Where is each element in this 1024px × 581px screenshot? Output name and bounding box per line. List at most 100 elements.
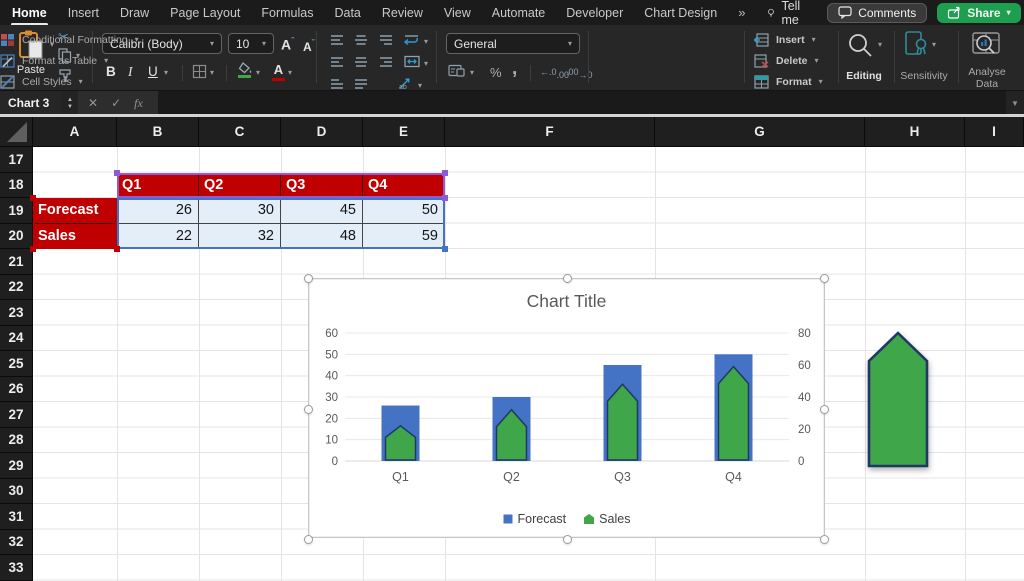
decrease-font-size-button[interactable]: Aˇ: [303, 38, 315, 54]
decrease-indent-button[interactable]: [330, 78, 344, 90]
tab-automate[interactable]: Automate: [492, 6, 546, 20]
cell-B18[interactable]: Q1: [117, 173, 199, 199]
increase-indent-button[interactable]: [354, 78, 368, 90]
chart-selection-handle[interactable]: [563, 535, 572, 544]
row-header-28[interactable]: 28: [0, 428, 33, 454]
row-header-22[interactable]: 22: [0, 275, 33, 301]
legend-item-forecast[interactable]: Forecast: [503, 512, 567, 526]
cell-C19[interactable]: 30: [199, 198, 281, 224]
column-header-I[interactable]: I: [965, 117, 1024, 147]
tell-me[interactable]: Tell me: [766, 0, 806, 27]
valign-bottom-button[interactable]: [378, 34, 392, 46]
name-box[interactable]: Chart 3: [0, 91, 62, 115]
tab-view[interactable]: View: [444, 6, 471, 20]
chart-selection-handle[interactable]: [304, 535, 313, 544]
column-header-B[interactable]: B: [117, 117, 199, 147]
cell-E20[interactable]: 59: [363, 224, 445, 250]
font-color-dropdown-chevron[interactable]: ▾: [288, 69, 292, 77]
column-header-H[interactable]: H: [865, 117, 965, 147]
analyse-data-button[interactable]: [972, 31, 1002, 59]
cancel-icon[interactable]: ✕: [88, 96, 98, 110]
formula-input[interactable]: [158, 91, 1006, 115]
font-size-select[interactable]: 10 ▾: [228, 33, 274, 54]
chart-legend[interactable]: Forecast Sales: [309, 512, 824, 526]
wrap-text-chevron[interactable]: ▾: [424, 38, 428, 46]
row-header-24[interactable]: 24: [0, 326, 33, 352]
insert-function-icon[interactable]: fx: [134, 96, 143, 111]
insert-cells-button[interactable]: Insert ▾: [754, 33, 816, 47]
row-header-26[interactable]: 26: [0, 377, 33, 403]
comma-style-button[interactable]: ,: [512, 58, 517, 80]
underline-button[interactable]: U: [148, 65, 158, 79]
accounting-format-button[interactable]: [448, 64, 465, 78]
font-color-button[interactable]: A: [272, 62, 285, 81]
cell-styles-button[interactable]: Cell Styles ▾: [0, 75, 83, 89]
row-header-17[interactable]: 17: [0, 147, 33, 173]
orientation-chevron[interactable]: ▾: [418, 82, 422, 90]
underline-dropdown-chevron[interactable]: ▾: [164, 69, 168, 77]
cell-B20[interactable]: 22: [117, 224, 199, 250]
tab-home[interactable]: Home: [12, 6, 47, 20]
sensitivity-dropdown-chevron[interactable]: ▾: [932, 41, 936, 49]
valign-top-button[interactable]: [330, 34, 344, 46]
valign-middle-button[interactable]: [354, 34, 368, 46]
range-handle[interactable]: [442, 170, 448, 176]
fill-color-button[interactable]: [238, 62, 253, 78]
chart-selection-handle[interactable]: [820, 405, 829, 414]
accounting-dropdown-chevron[interactable]: ▾: [470, 69, 474, 77]
conditional-formatting-button[interactable]: Conditional Formatting ▾: [0, 33, 139, 47]
align-left-button[interactable]: [330, 56, 344, 68]
number-format-select[interactable]: General ▾: [446, 33, 580, 54]
column-header-F[interactable]: F: [445, 117, 655, 147]
chart-selection-handle[interactable]: [820, 274, 829, 283]
cell-C18[interactable]: Q2: [199, 173, 281, 199]
delete-cells-button[interactable]: Delete ▾: [754, 54, 819, 68]
italic-button[interactable]: I: [128, 65, 133, 79]
row-header-21[interactable]: 21: [0, 249, 33, 275]
range-handle[interactable]: [30, 195, 36, 201]
row-header-18[interactable]: 18: [0, 173, 33, 199]
column-header-D[interactable]: D: [281, 117, 363, 147]
borders-dropdown-chevron[interactable]: ▾: [210, 69, 214, 77]
column-header-G[interactable]: G: [655, 117, 865, 147]
row-header-33[interactable]: 33: [0, 555, 33, 581]
merge-center-chevron[interactable]: ▾: [424, 60, 428, 68]
range-handle[interactable]: [114, 170, 120, 176]
share-button[interactable]: Share ▾: [937, 3, 1020, 23]
editing-dropdown-chevron[interactable]: ▾: [878, 41, 882, 49]
menu-overflow-chevrons[interactable]: »: [738, 5, 745, 20]
legend-item-sales[interactable]: Sales: [584, 512, 630, 526]
row-header-27[interactable]: 27: [0, 402, 33, 428]
cell-E18[interactable]: Q4: [363, 173, 445, 199]
formula-bar-expand-chevron[interactable]: ▼: [1006, 91, 1024, 115]
tab-insert[interactable]: Insert: [68, 6, 99, 20]
column-header-C[interactable]: C: [199, 117, 281, 147]
name-box-stepper[interactable]: ▲▼: [62, 91, 78, 115]
range-handle[interactable]: [114, 246, 120, 252]
select-all-corner[interactable]: [0, 117, 33, 147]
tab-page-layout[interactable]: Page Layout: [170, 6, 240, 20]
row-header-20[interactable]: 20: [0, 224, 33, 250]
merge-center-button[interactable]: [404, 55, 420, 68]
sensitivity-button[interactable]: [903, 30, 929, 60]
range-handle[interactable]: [30, 246, 36, 252]
chart-selection-handle[interactable]: [563, 274, 572, 283]
cell-C20[interactable]: 32: [199, 224, 281, 250]
cell-A19[interactable]: Forecast: [33, 198, 117, 224]
column-header-A[interactable]: A: [33, 117, 117, 147]
column-header-E[interactable]: E: [363, 117, 445, 147]
fill-color-dropdown-chevron[interactable]: ▾: [256, 69, 260, 77]
cell-D20[interactable]: 48: [281, 224, 363, 250]
cell-B19[interactable]: 26: [117, 198, 199, 224]
tab-chart-design[interactable]: Chart Design: [644, 6, 717, 20]
percent-style-button[interactable]: %: [490, 65, 502, 80]
cell-D18[interactable]: Q3: [281, 173, 363, 199]
wrap-text-button[interactable]: [404, 33, 420, 46]
comments-button[interactable]: Comments: [827, 3, 927, 23]
increase-font-size-button[interactable]: Aˆ: [281, 36, 294, 53]
row-header-32[interactable]: 32: [0, 530, 33, 556]
align-right-button[interactable]: [378, 56, 392, 68]
row-header-25[interactable]: 25: [0, 351, 33, 377]
row-header-29[interactable]: 29: [0, 453, 33, 479]
orientation-button[interactable]: ab: [398, 77, 414, 90]
